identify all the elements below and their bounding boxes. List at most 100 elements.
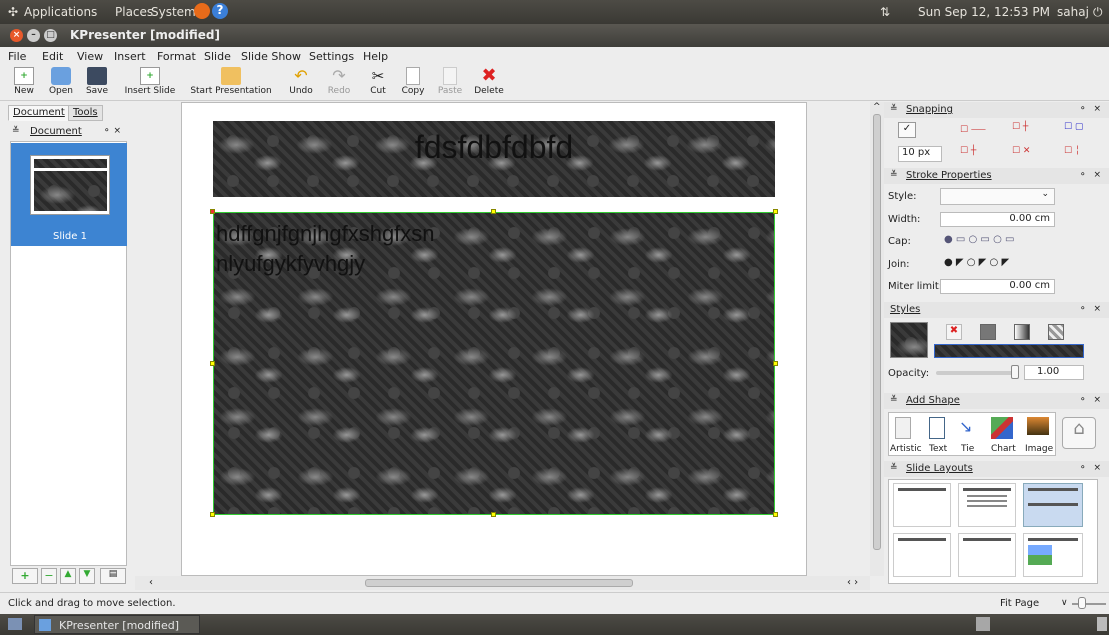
selection-handle[interactable] [491, 209, 496, 214]
insert-slide-button[interactable]: + Insert Slide [124, 65, 176, 99]
solid-fill-icon[interactable] [980, 324, 996, 340]
more-shapes-icon[interactable]: ⌂ [1062, 417, 1096, 449]
scroll-thumb[interactable] [873, 114, 881, 550]
opacity-spin[interactable]: 1.00 [1024, 365, 1084, 380]
clock[interactable]: Sun Sep 12, 12:53 PM [918, 5, 1050, 19]
styles-header[interactable]: Styles ⚬ × [884, 302, 1109, 318]
gradient-fill-icon[interactable] [1014, 324, 1030, 340]
selection-handle[interactable] [773, 209, 778, 214]
gnome-foot-icon[interactable]: ✣ [8, 5, 18, 19]
stroke-width-spin[interactable]: 0.00 cm [940, 212, 1055, 227]
add-slide-icon[interactable]: + [12, 568, 38, 584]
tie-shape-icon[interactable]: ↘ [959, 417, 981, 439]
artistic-text-icon[interactable] [895, 417, 911, 439]
layout-image-bullets[interactable] [1023, 533, 1083, 577]
menu-format[interactable]: Format [157, 50, 196, 63]
layout-title-only[interactable] [893, 483, 951, 527]
snapping-header[interactable]: ≚ Snapping ⚬ × [884, 102, 1109, 118]
text-shape-icon[interactable] [929, 417, 945, 439]
collapse-icon[interactable]: ≚ [12, 126, 20, 136]
slide-thumbnail-1[interactable]: Slide 1 [11, 143, 127, 246]
dock-close-icon[interactable]: ⚬ × [1079, 104, 1103, 114]
chevron-down-icon[interactable]: ∨ [1061, 598, 1068, 608]
network-icon[interactable]: ⇅ [880, 5, 890, 19]
selection-handle[interactable] [210, 512, 215, 517]
miter-limit-spin[interactable]: 0.00 cm [940, 279, 1055, 294]
join-style-radios[interactable]: ● ◤ ○ ◤ ○ ◤ [944, 257, 1009, 268]
slide-layouts-header[interactable]: ≚ Slide Layouts ⚬ × [884, 461, 1109, 477]
scroll-up-icon[interactable]: ^ [873, 102, 881, 112]
undo-button[interactable]: ↶ Undo [286, 65, 316, 99]
menu-file[interactable]: File [8, 50, 26, 63]
scroll-thumb[interactable] [365, 579, 633, 587]
dock-close-icon[interactable]: ⚬ × [1079, 304, 1103, 314]
menu-settings[interactable]: Settings [309, 50, 354, 63]
snap-grid-icon[interactable]: ☐ ⸺ [960, 122, 1010, 138]
vertical-scrollbar[interactable]: ^ [870, 102, 884, 576]
menu-slide-show[interactable]: Slide Show [241, 50, 301, 63]
collapse-icon[interactable]: ≚ [890, 463, 898, 473]
zoom-select[interactable]: Fit Page [1000, 598, 1039, 609]
selection-handle[interactable] [773, 361, 778, 366]
no-fill-icon[interactable]: ✖ [946, 324, 962, 340]
system-menu[interactable]: System [151, 5, 196, 19]
redo-button[interactable]: ↷ Redo [325, 65, 353, 99]
dock-close-icon[interactable]: ⚬ × [1079, 170, 1103, 180]
help-icon[interactable]: ? [212, 3, 228, 19]
slide-title-textbox[interactable]: fdsfdbfdbfd [213, 121, 775, 197]
menu-insert[interactable]: Insert [114, 50, 146, 63]
snap-orthogonal-icon[interactable]: ☐ ┼ [1012, 122, 1062, 138]
tab-tools[interactable]: Tools [68, 105, 103, 121]
selection-handle[interactable] [491, 512, 496, 517]
dock-close-icon[interactable]: ⚬ × [1079, 395, 1103, 405]
move-down-icon[interactable]: ▼ [79, 568, 95, 584]
layout-selected[interactable] [1023, 483, 1083, 527]
selection-handle[interactable] [210, 361, 215, 366]
firefox-icon[interactable] [194, 3, 210, 19]
view-mode-icon[interactable]: ▤ [100, 568, 126, 584]
tab-document[interactable]: Document [8, 105, 70, 121]
shape-label-artistic[interactable]: Artistic [890, 444, 922, 454]
shape-label-image[interactable]: Image [1025, 444, 1053, 454]
snap-distance-spin[interactable]: 10 px [898, 146, 942, 162]
applications-menu[interactable]: Applications [24, 5, 97, 19]
delete-button[interactable]: ✖ Delete [471, 65, 507, 99]
move-up-icon[interactable]: ▲ [60, 568, 76, 584]
snap-toggle-checkbox[interactable]: ✓ [898, 122, 916, 138]
opacity-slider[interactable] [936, 371, 1016, 375]
fill-pattern-select[interactable] [934, 344, 1084, 358]
new-button[interactable]: + New [12, 65, 36, 99]
snap-guide-icon[interactable]: ☐ ╎ [1064, 146, 1080, 156]
minimize-icon[interactable]: – [27, 29, 40, 42]
image-shape-icon[interactable] [1027, 417, 1049, 435]
save-button[interactable]: Save [84, 65, 110, 99]
snap-node-icon[interactable]: ☐ ┼ [960, 146, 976, 156]
selection-handle[interactable] [773, 512, 778, 517]
cap-style-radios[interactable]: ● ▭ ○ ▭ ○ ▭ [944, 234, 1014, 245]
paste-button[interactable]: Paste [436, 65, 464, 99]
dock-close-icon[interactable]: ⚬× [103, 126, 124, 136]
add-shape-header[interactable]: ≚ Add Shape ⚬ × [884, 393, 1109, 409]
scroll-right-icon[interactable]: ‹ › [847, 577, 858, 588]
trash-icon[interactable] [1097, 617, 1107, 631]
collapse-icon[interactable]: ≚ [890, 104, 898, 114]
open-button[interactable]: Open [46, 65, 76, 99]
workspace-icon[interactable] [976, 617, 990, 631]
dock-close-icon[interactable]: ⚬ × [1079, 463, 1103, 473]
taskbar-item[interactable]: KPresenter [modified] [34, 615, 200, 634]
power-icon[interactable]: ⏻ [1093, 5, 1103, 20]
layout-bullets-chart[interactable] [958, 533, 1016, 577]
shape-label-text[interactable]: Text [929, 444, 947, 454]
collapse-icon[interactable]: ≚ [890, 170, 898, 180]
opacity-slider-handle[interactable] [1011, 365, 1019, 379]
collapse-icon[interactable]: ≚ [890, 395, 898, 405]
stroke-style-select[interactable]: ⌄ [940, 188, 1055, 205]
stroke-properties-header[interactable]: ≚ Stroke Properties ⚬ × [884, 168, 1109, 184]
zoom-slider-handle[interactable] [1078, 597, 1086, 609]
scroll-left-icon[interactable]: ‹ [149, 577, 153, 588]
maximize-icon[interactable]: □ [44, 29, 57, 42]
selection-handle[interactable] [210, 209, 215, 214]
places-menu[interactable]: Places [115, 5, 153, 19]
shape-label-chart[interactable]: Chart [991, 444, 1016, 454]
layout-chart-bullets[interactable] [893, 533, 951, 577]
